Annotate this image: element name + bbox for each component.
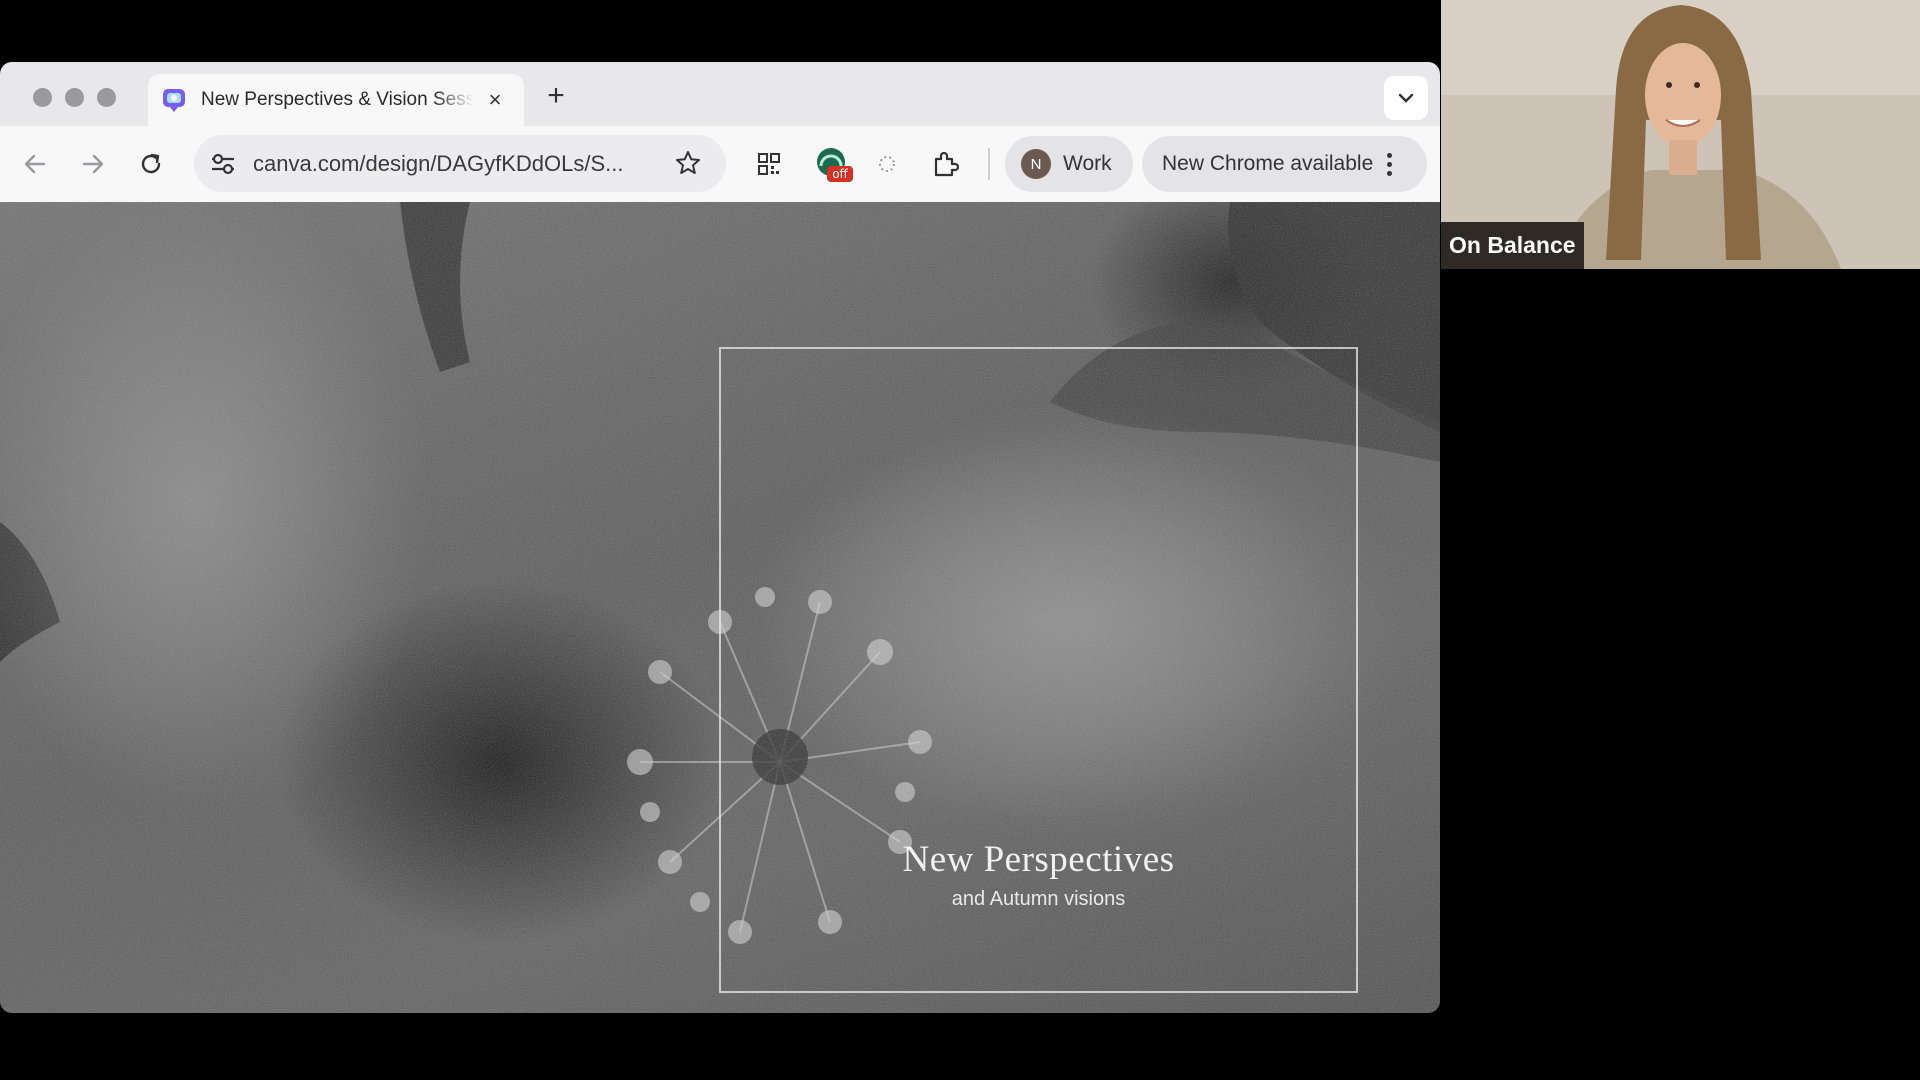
reload-icon xyxy=(141,153,161,174)
window-controls xyxy=(33,88,116,107)
extensions-menu-button[interactable] xyxy=(927,146,963,182)
puzzle-icon xyxy=(934,151,959,177)
more-vert-icon[interactable] xyxy=(1387,152,1393,176)
profile-label: Work xyxy=(1063,152,1112,175)
update-chrome-button[interactable]: New Chrome available xyxy=(1142,136,1427,192)
sparkle-extension-button[interactable] xyxy=(869,146,905,182)
update-label: New Chrome available xyxy=(1162,152,1374,175)
svg-text:off: off xyxy=(832,167,848,181)
address-bar[interactable]: canva.com/design/DAGyfKDdOLs/S... xyxy=(194,135,726,192)
sparkle-icon xyxy=(879,156,895,172)
tab-favicon-icon xyxy=(161,87,187,113)
forward-button[interactable] xyxy=(75,146,111,182)
avatar: N xyxy=(1021,149,1051,179)
slide-subtitle: and Autumn visions xyxy=(951,888,1126,910)
back-arrow-icon xyxy=(24,154,46,174)
profile-button[interactable]: N Work xyxy=(1005,136,1133,192)
tab-title: New Perspectives & Vision Session xyxy=(201,89,473,110)
qr-code-icon xyxy=(758,153,780,175)
forward-arrow-icon xyxy=(82,154,104,174)
extension-button[interactable]: off xyxy=(812,146,854,182)
maximize-window-button[interactable] xyxy=(97,88,116,107)
participant-name-tag: On Balance xyxy=(1441,222,1584,269)
tab-strip: New Perspectives & Vision Session × + xyxy=(0,62,1440,126)
toolbar-divider xyxy=(988,148,990,180)
site-settings-icon[interactable] xyxy=(208,150,238,178)
close-window-button[interactable] xyxy=(33,88,52,107)
star-icon[interactable] xyxy=(674,149,702,177)
new-tab-button[interactable]: + xyxy=(540,79,572,113)
chevron-down-icon xyxy=(1398,93,1414,103)
extension-off-icon: off xyxy=(817,148,853,182)
slide-title: New Perspectives xyxy=(902,839,1175,880)
tab-close-icon[interactable]: × xyxy=(483,87,507,113)
tab-active[interactable]: New Perspectives & Vision Session × xyxy=(148,74,524,126)
tab-search-button[interactable] xyxy=(1384,76,1428,120)
qr-code-button[interactable] xyxy=(751,146,787,182)
browser-window: New Perspectives & Vision Session × + ca… xyxy=(0,62,1440,1013)
reload-button[interactable] xyxy=(133,146,169,182)
slide-canvas: New Perspectives and Autumn visions xyxy=(0,202,1440,1013)
toolbar: canva.com/design/DAGyfKDdOLs/S... off N … xyxy=(0,126,1440,202)
url-text[interactable]: canva.com/design/DAGyfKDdOLs/S... xyxy=(253,135,624,192)
back-button[interactable] xyxy=(17,146,53,182)
minimize-window-button[interactable] xyxy=(65,88,84,107)
